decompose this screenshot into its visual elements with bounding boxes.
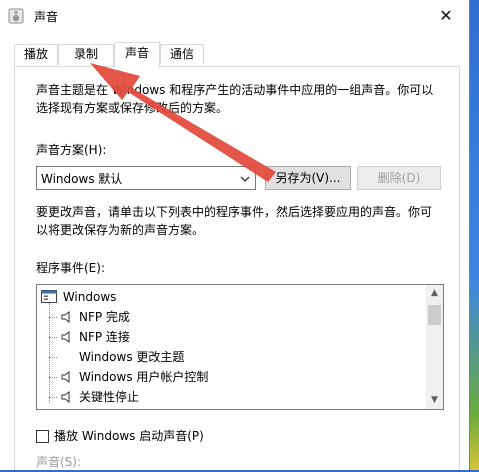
tab-recording[interactable]: 录制	[58, 44, 114, 65]
scroll-thumb[interactable]	[428, 305, 441, 325]
list-item-label: Windows 更改主题	[79, 350, 185, 364]
window-icon	[41, 290, 57, 303]
list-scrollbar[interactable]: ▲ ▼	[426, 285, 443, 409]
sounds-label: 声音(S):	[36, 455, 82, 469]
program-events-label: 程序事件(E):	[36, 261, 105, 275]
list-item-label: Windows	[62, 290, 117, 304]
list-item-label: Windows 用户帐户控制	[79, 370, 209, 384]
save-as-button[interactable]: 另存为(V)...	[265, 166, 351, 190]
startup-sound-checkbox[interactable]	[36, 430, 49, 443]
close-button[interactable]: ✕	[423, 0, 469, 32]
tab-sounds[interactable]: 声音	[114, 42, 160, 67]
tree-connector	[49, 303, 50, 403]
description-line-1: 声音主题是在 Windows 和程序产生的活动事件中应用的一组声音。你可以	[36, 83, 434, 97]
list-item-label: NFP 完成	[79, 310, 130, 324]
title-bar: 声音 ✕	[0, 0, 469, 32]
instruction-line-2: 以将更改保存为新的声音方案。	[36, 223, 205, 237]
delete-button[interactable]: 删除(D)	[357, 166, 441, 190]
speaker-icon	[61, 311, 70, 323]
window-title: 声音	[34, 10, 59, 24]
description-line-2: 选择现有方案或保存修改后的方案。	[36, 101, 229, 115]
startup-sound-label: 播放 Windows 启动声音(P)	[54, 429, 204, 443]
chevron-down-icon	[240, 173, 250, 183]
program-events-list[interactable]: Windows NFP 完成 NFP 连接 Windows 更改主题 Windo…	[36, 284, 444, 410]
instruction-line-1: 要更改声音，请单击以下列表中的程序事件，然后选择要应用的声音。你可	[36, 205, 433, 219]
scroll-down-icon[interactable]: ▼	[426, 392, 443, 409]
speaker-icon	[61, 371, 70, 383]
close-icon: ✕	[439, 6, 453, 25]
speaker-icon	[61, 391, 70, 403]
list-item-label: 关键性停止	[79, 390, 140, 404]
list-item-root[interactable]: Windows	[41, 287, 116, 307]
tab-communications[interactable]: 通信	[160, 44, 204, 65]
speaker-icon	[61, 331, 70, 343]
tab-playback[interactable]: 播放	[14, 44, 58, 65]
sound-dialog: 声音 ✕ 播放 录制 声音 通信 声音主题是在 Windows 和程序产生的活动…	[0, 0, 470, 470]
list-item-label: NFP 连接	[79, 330, 130, 344]
sound-scheme-value: Windows 默认	[41, 172, 123, 186]
scheme-label: 声音方案(H):	[36, 143, 107, 157]
scroll-up-icon[interactable]: ▲	[426, 285, 443, 302]
speaker-icon	[8, 8, 24, 24]
sound-scheme-dropdown[interactable]: Windows 默认	[36, 166, 256, 190]
